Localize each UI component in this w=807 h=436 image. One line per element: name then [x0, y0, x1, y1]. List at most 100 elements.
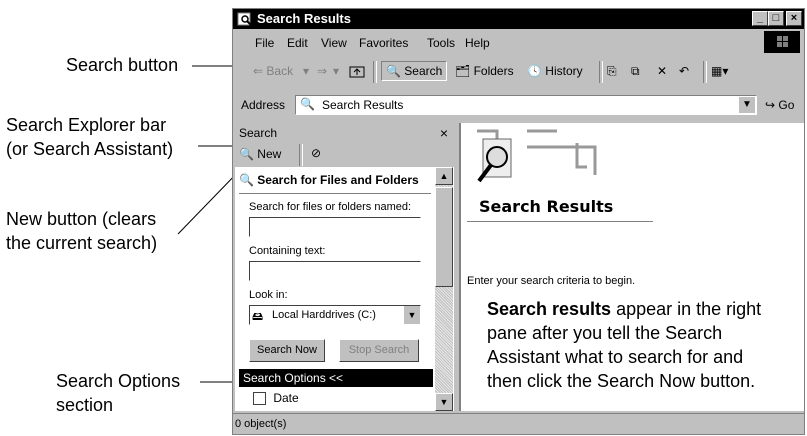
lookin-label: Look in: — [249, 289, 288, 301]
close-button[interactable]: × — [786, 11, 802, 26]
lookin-dropdown-icon[interactable]: ▼ — [404, 306, 420, 324]
go-button[interactable]: ↪ Go — [765, 98, 794, 112]
named-label: Search for files or folders named: — [249, 201, 412, 213]
search-button-label: Search — [404, 64, 443, 78]
search-pane-toolbar: 🔍 New ⊘ — [235, 143, 454, 167]
toolbar-separator — [373, 61, 377, 83]
search-now-button[interactable]: Search Now — [249, 339, 325, 362]
callout-new-button-1: New button (clears — [6, 209, 157, 229]
callout-search-options-1: Search Options — [56, 371, 181, 391]
go-label: Go — [778, 98, 795, 112]
views-icon[interactable]: ▦▾ — [711, 64, 728, 78]
folders-button[interactable]: 🗂 Folders — [455, 64, 514, 78]
search-pane-scrollbar[interactable]: ▲ ▼ — [435, 167, 453, 411]
results-heading: Search Results — [479, 197, 614, 216]
history-button-label: History — [545, 64, 583, 78]
internet-search-icon[interactable]: ⊘ — [311, 146, 321, 160]
menu-file[interactable]: File — [255, 36, 274, 50]
search-pane-title: Search — [239, 126, 278, 140]
menu-edit[interactable]: Edit — [287, 36, 308, 50]
named-input-value — [250, 222, 252, 234]
address-dropdown-icon[interactable]: ▼ — [739, 97, 755, 113]
containing-label: Containing text: — [249, 245, 326, 257]
folders-icon: 🗂 — [455, 64, 471, 78]
status-bar: 0 object(s) — [233, 413, 804, 434]
delete-icon[interactable]: ✕ — [657, 64, 667, 78]
title-bar: Search Results _ □ × — [233, 9, 804, 29]
address-label: Address — [241, 98, 286, 112]
new-search-label: New — [257, 147, 282, 161]
menu-tools[interactable]: Tools — [427, 36, 455, 50]
lookin-select[interactable]: 🖴 Local Harddrives (C:) ▼ — [249, 305, 421, 325]
date-checkbox[interactable] — [253, 392, 266, 406]
history-button[interactable]: 🕓 History — [527, 64, 583, 78]
history-icon: 🕓 — [527, 64, 542, 78]
named-input[interactable] — [249, 217, 421, 237]
stop-search-button[interactable]: Stop Search — [339, 339, 419, 362]
callout-search-options-2: section — [56, 395, 114, 415]
toolbar-separator-2 — [599, 61, 603, 83]
section-divider — [239, 193, 431, 194]
menu-favorites[interactable]: Favorites — [359, 36, 408, 50]
search-explorer-bar: Search × 🔍 New ⊘ 🔍 Search for Files and … — [235, 123, 454, 411]
results-prompt: Enter your search criteria to begin. — [467, 275, 636, 287]
status-text: 0 object(s) — [235, 418, 287, 430]
new-search-icon: 🔍 — [239, 147, 254, 161]
maximize-button[interactable]: □ — [768, 11, 784, 26]
lookin-value: Local Harddrives (C:) — [272, 309, 376, 321]
results-heading-underline — [467, 221, 653, 222]
windows-logo-icon — [764, 31, 800, 53]
minimize-button[interactable]: _ — [752, 11, 768, 26]
window-title: Search Results — [257, 11, 351, 26]
undo-icon[interactable]: ↶ — [679, 64, 689, 78]
forward-dropdown-icon[interactable]: ▾ — [333, 64, 339, 78]
callout-explorer-bar-2: (or Search Assistant) — [6, 139, 174, 159]
containing-input[interactable] — [249, 261, 421, 281]
callout-new-button-2: the current search) — [6, 233, 158, 253]
go-arrow-icon: ↪ — [765, 98, 776, 112]
results-note-line-1: Search results appear in the right — [487, 297, 805, 321]
menu-bar: File Edit View Favorites Tools Help — [233, 31, 804, 55]
search-options-header[interactable]: Search Options << — [239, 369, 433, 387]
explorer-window: Search Results _ □ × File Edit View Favo… — [232, 8, 805, 435]
results-note-line-4: then click the Search Now button. — [487, 371, 756, 391]
back-button[interactable]: ⇐ Back — [253, 64, 293, 78]
address-input[interactable]: 🔍 Search Results ▼ — [295, 95, 757, 115]
search-pane-header: Search × — [235, 123, 454, 143]
menu-help[interactable]: Help — [465, 36, 490, 50]
back-dropdown-icon[interactable]: ▾ — [303, 64, 309, 78]
results-note-line-3: Assistant what to search for and — [487, 347, 744, 367]
address-page-icon: 🔍 — [300, 97, 315, 111]
address-value: Search Results — [322, 98, 404, 112]
search-icon: 🔍 — [386, 64, 401, 78]
standard-toolbar: ⇐ Back ▾ ⇒ ▾ 🔍 Search 🗂 Folders 🕓 Histor… — [233, 57, 804, 87]
folders-button-label: Folders — [473, 64, 514, 78]
results-note-line-2: pane after you tell the Search — [487, 323, 723, 343]
scroll-thumb[interactable] — [435, 187, 453, 287]
search-files-icon: 🔍 — [239, 173, 254, 187]
address-bar: Address 🔍 Search Results ▼ ↪ Go — [233, 91, 804, 119]
copy-to-icon[interactable]: ⧉ — [631, 64, 640, 79]
date-option-row: Date — [253, 391, 299, 406]
search-pane-separator — [299, 144, 303, 166]
scroll-up-icon[interactable]: ▲ — [435, 167, 453, 185]
search-button[interactable]: 🔍 Search — [381, 61, 448, 81]
search-window-icon — [237, 12, 252, 26]
callout-explorer-bar-1: Search Explorer bar — [6, 115, 167, 135]
results-note: Search results appear in the right pane … — [487, 297, 805, 393]
callout-search-button: Search button — [66, 55, 179, 75]
toolbar-separator-3 — [703, 61, 707, 83]
search-pane-close-icon[interactable]: × — [440, 123, 448, 143]
search-section-title-row: 🔍 Search for Files and Folders — [239, 173, 433, 187]
results-pane: Search Results Enter your search criteri… — [459, 123, 804, 411]
up-folder-icon[interactable] — [349, 64, 365, 81]
new-search-button[interactable]: 🔍 New — [239, 147, 281, 161]
menu-view[interactable]: View — [321, 36, 347, 50]
results-note-rest: appear in the right — [611, 299, 762, 319]
results-note-bold: Search results — [487, 299, 612, 319]
drive-icon: 🖴 — [252, 311, 264, 323]
move-to-icon[interactable]: ⎘ — [607, 64, 617, 79]
scroll-down-icon[interactable]: ▼ — [435, 393, 453, 411]
date-option-label: Date — [273, 391, 299, 405]
forward-button[interactable]: ⇒ — [317, 64, 327, 78]
